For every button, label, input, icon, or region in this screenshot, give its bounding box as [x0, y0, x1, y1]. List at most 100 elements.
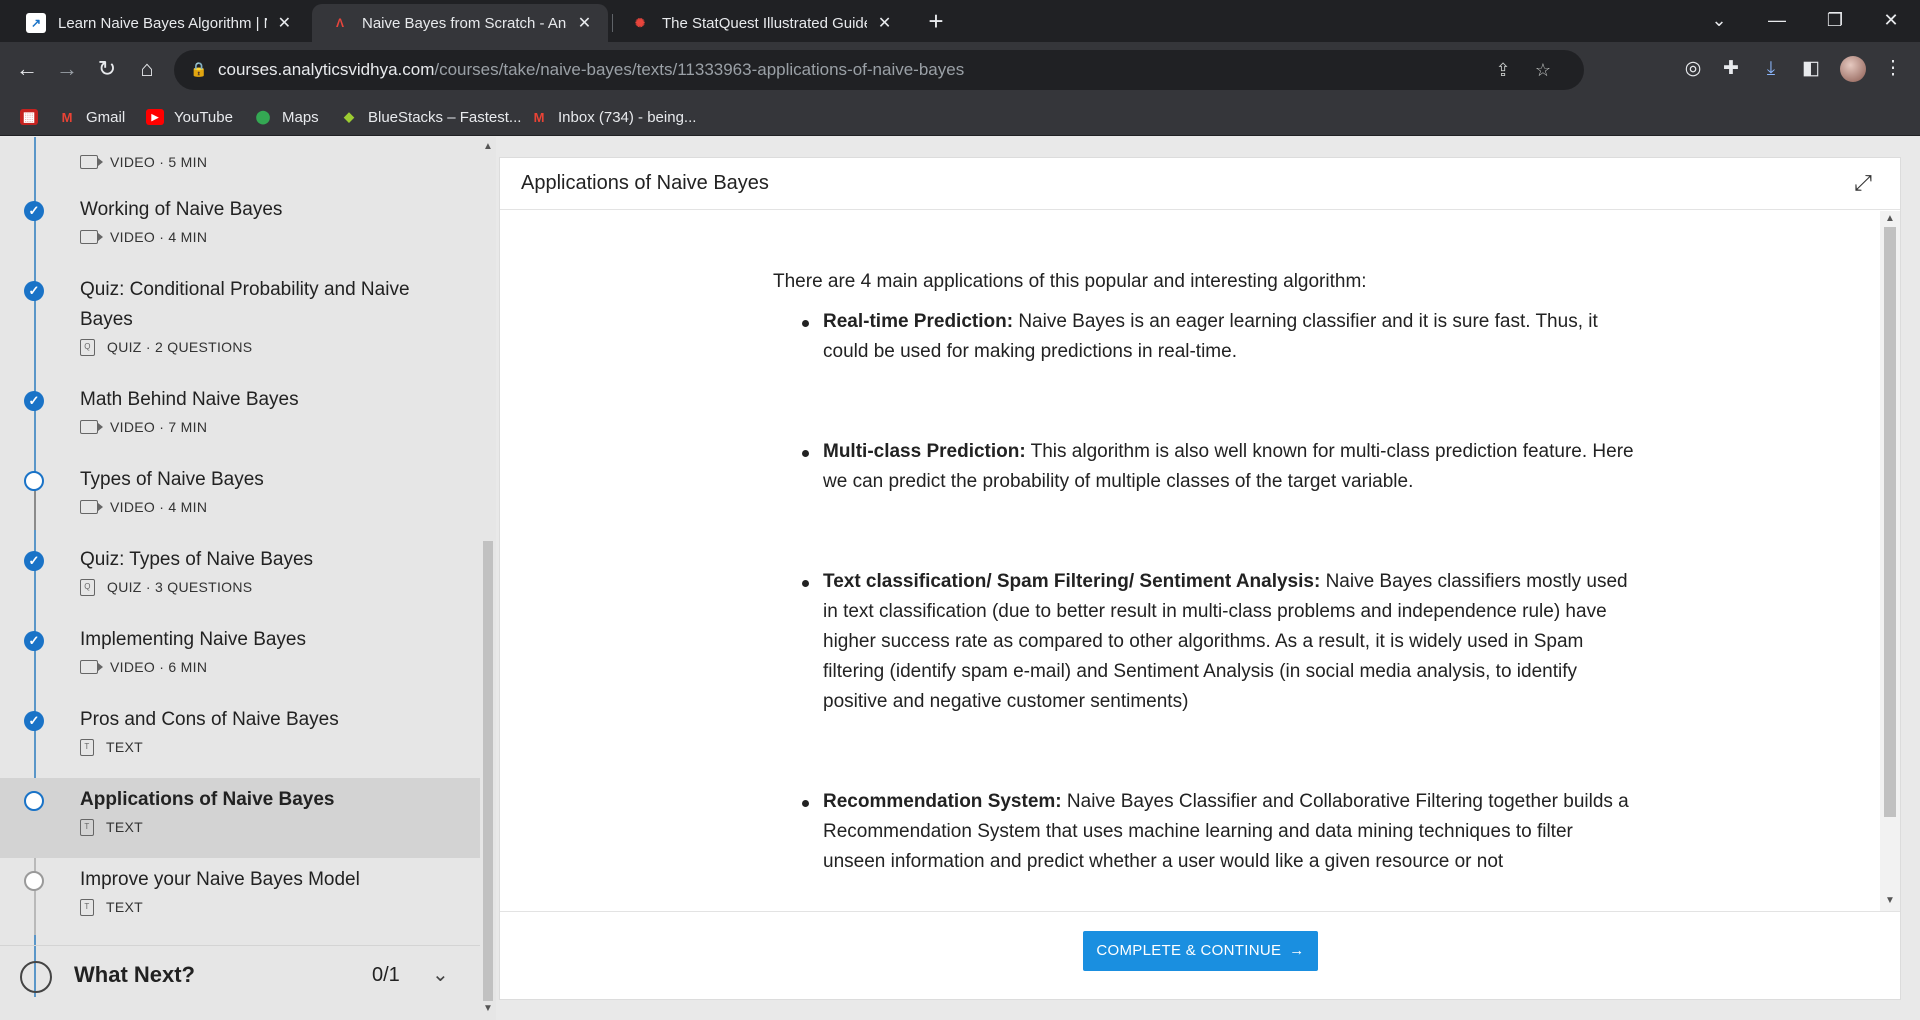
check-icon: ✓ [24, 201, 44, 221]
lesson-header: Applications of Naive Bayes ⤢ [500, 158, 1900, 210]
lesson-meta-text: TEXT [106, 899, 143, 915]
content-scrollbar[interactable]: ▲ ▼ [1880, 211, 1900, 911]
lesson-meta: VIDEO · 6 MIN [80, 657, 207, 677]
bullet-multi-class-prediction: Multi-class Prediction: This algorithm i… [802, 437, 1638, 497]
tab-title: The StatQuest Illustrated Guide t [662, 14, 868, 32]
sidebar-item-quiz-conditional-probability[interactable]: ✓ Quiz: Conditional Probability and Naiv… [0, 271, 480, 381]
lesson-meta-text: VIDEO · 6 MIN [110, 659, 208, 675]
scroll-up-arrow-icon[interactable]: ▲ [1885, 213, 1895, 224]
sidebar-scrollbar[interactable]: ▲ ▼ [480, 137, 496, 1020]
bookmark-gmail[interactable]: M Gmail [58, 107, 126, 127]
extension-target-icon[interactable]: ◎ [1678, 54, 1708, 84]
maps-icon: ⬤ [255, 109, 271, 124]
lock-icon[interactable]: 🔒 [190, 61, 207, 78]
text-doc-icon: T [80, 898, 94, 916]
sidebar-item-pros-and-cons[interactable]: ✓ Pros and Cons of Naive Bayes T TEXT [0, 701, 480, 781]
scrollbar-thumb[interactable] [1884, 227, 1896, 817]
sidebar-item-implementing-naive-bayes[interactable]: ✓ Implementing Naive Bayes VIDEO · 6 MIN [0, 621, 480, 701]
video-icon [80, 660, 103, 674]
arrow-right-icon: → [1289, 942, 1305, 959]
bullet-term: Text classification/ Spam Filtering/ Sen… [823, 571, 1321, 592]
scroll-up-arrow-icon[interactable]: ▲ [483, 141, 493, 152]
restore-icon[interactable]: ❐ [1806, 0, 1864, 42]
lesson-meta-text: TEXT [106, 819, 143, 835]
chevron-down-icon[interactable]: ⌄ [432, 962, 449, 987]
sidebar-item-partial[interactable]: Theorem VIDEO · 5 MIN [0, 137, 480, 177]
section-progress-ring [20, 961, 52, 993]
extensions-puzzle-icon[interactable]: ✚ [1716, 54, 1746, 84]
lesson-title: Quiz: Conditional Probability and Naive … [80, 279, 410, 330]
lesson-card: Applications of Naive Bayes ⤢ There are … [499, 157, 1901, 1000]
url-path: /courses/take/naive-bayes/texts/11333963… [434, 60, 965, 79]
text-doc-icon: T [80, 738, 94, 756]
close-tab-icon[interactable]: ✕ [875, 13, 894, 33]
tab-statquest[interactable]: ✺ The StatQuest Illustrated Guide t ✕ [612, 4, 908, 42]
forward-icon[interactable]: → [50, 52, 84, 86]
bullet-real-time-prediction: Real-time Prediction: Naive Bayes is an … [802, 307, 1638, 367]
bookmark-maps[interactable]: ⬤ Maps [254, 107, 319, 127]
statquest-icon: ✺ [634, 16, 646, 30]
bullet-term: Recommendation System: [823, 791, 1062, 812]
bookmark-label: Gmail [86, 108, 126, 126]
back-icon[interactable]: ← [10, 52, 44, 86]
lesson-meta-text: QUIZ · 2 QUESTIONS [107, 339, 253, 355]
lesson-intro: There are 4 main applications of this po… [773, 271, 1367, 292]
minimize-icon[interactable]: — [1748, 0, 1806, 42]
fullscreen-expand-icon[interactable]: ⤢ [1850, 170, 1876, 196]
tab-naive-bayes-scratch[interactable]: Λ Naive Bayes from Scratch - Anal ✕ [312, 4, 608, 42]
bookmarks-bar: ▦ M Gmail ▶ YouTube ⬤ Maps ◆ BlueStacks – Fa… [0, 98, 1920, 136]
browser-toolbar: ← → ↻ ⌂ 🔒 courses.analyticsvidhya.com/co… [0, 42, 1920, 98]
side-panel-icon[interactable]: ◧ [1796, 54, 1826, 84]
bookmark-label: Inbox (734) - being... [558, 108, 697, 126]
sidebar-item-math-behind-naive-bayes[interactable]: ✓ Math Behind Naive Bayes VIDEO · 7 MIN [0, 381, 480, 461]
lesson-meta-text: VIDEO · 7 MIN [110, 419, 208, 435]
menu-kebab-icon[interactable]: ⋮ [1878, 54, 1908, 84]
what-next-section[interactable]: What Next? 0/1 ⌄ [0, 945, 480, 1005]
lesson-title: Implementing Naive Bayes [80, 629, 306, 650]
sidebar-item-improve-model[interactable]: Improve your Naive Bayes Model T TEXT [0, 861, 480, 941]
new-tab-button[interactable]: + [920, 6, 952, 38]
lesson-meta: T TEXT [80, 897, 143, 917]
bullet-term: Multi-class Prediction: [823, 441, 1026, 462]
download-icon[interactable]: ⤓ [1756, 54, 1786, 84]
lesson-meta: VIDEO · 5 MIN [80, 152, 207, 172]
check-icon: ✓ [24, 631, 44, 651]
address-bar[interactable]: 🔒 courses.analyticsvidhya.com/courses/ta… [174, 50, 1584, 90]
sidebar-item-types-of-naive-bayes[interactable]: Types of Naive Bayes VIDEO · 4 MIN [0, 461, 480, 541]
tab-learn-naive-bayes[interactable]: ↗ Learn Naive Bayes Algorithm | N ✕ [8, 4, 308, 42]
tab-title: Learn Naive Bayes Algorithm | N [58, 14, 267, 32]
gmail-icon: M [533, 109, 545, 125]
scroll-down-arrow-icon[interactable]: ▼ [1885, 895, 1895, 906]
lesson-meta: Q QUIZ · 2 QUESTIONS [80, 337, 252, 357]
course-player: Theorem VIDEO · 5 MIN ✓ Working of Naive… [0, 137, 1920, 1020]
reload-icon[interactable]: ↻ [90, 52, 124, 86]
sidebar-item-applications-of-naive-bayes[interactable]: Applications of Naive Bayes T TEXT [0, 778, 480, 858]
profile-avatar[interactable] [1840, 56, 1866, 82]
bookmark-inbox[interactable]: M Inbox (734) - being... [530, 107, 697, 127]
lesson-title: Math Behind Naive Bayes [80, 389, 299, 410]
video-icon [80, 500, 103, 514]
apps-icon[interactable]: ▦ [20, 107, 38, 127]
tab-search-icon[interactable]: ⌄ [1690, 0, 1748, 42]
close-tab-icon[interactable]: ✕ [575, 13, 594, 33]
sidebar-item-working-of-naive-bayes[interactable]: ✓ Working of Naive Bayes VIDEO · 4 MIN [0, 191, 480, 271]
tab-strip: ↗ Learn Naive Bayes Algorithm | N ✕ Λ Na… [0, 0, 1920, 42]
share-icon[interactable]: ⇪ [1492, 59, 1514, 81]
check-icon: ✓ [24, 391, 44, 411]
bullet-text: Naive Bayes classifiers mostly used in t… [823, 571, 1628, 712]
lesson-meta: T TEXT [80, 817, 143, 837]
bookmark-youtube[interactable]: ▶ YouTube [146, 107, 233, 127]
sidebar-item-quiz-types-of-naive-bayes[interactable]: ✓ Quiz: Types of Naive Bayes Q QUIZ · 3 Q… [0, 541, 480, 621]
home-icon[interactable]: ⌂ [130, 52, 164, 86]
close-tab-icon[interactable]: ✕ [275, 13, 294, 33]
analytics-chart-icon: ↗ [26, 13, 46, 33]
scrollbar-thumb[interactable] [483, 541, 493, 1001]
complete-and-continue-button[interactable]: COMPLETE & CONTINUE → [1083, 931, 1318, 971]
bookmark-star-icon[interactable]: ☆ [1532, 59, 1554, 81]
bookmark-bluestacks[interactable]: ◆ BlueStacks – Fastest... [340, 107, 521, 127]
close-window-icon[interactable]: ✕ [1862, 0, 1920, 42]
video-icon [80, 420, 103, 434]
lesson-meta: VIDEO · 4 MIN [80, 227, 207, 247]
url-domain: courses.analyticsvidhya.com [218, 60, 435, 79]
scroll-down-arrow-icon[interactable]: ▼ [483, 1003, 493, 1014]
